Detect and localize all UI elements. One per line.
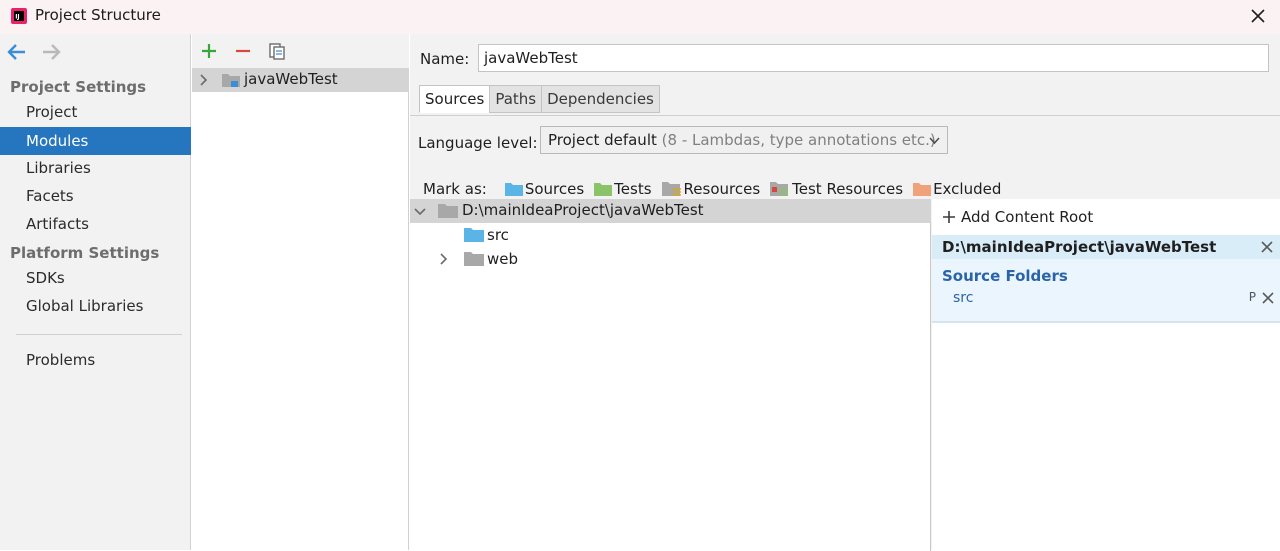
sidebar-item-global-libraries[interactable]: Global Libraries — [0, 292, 191, 320]
language-level-select[interactable]: Project default (8 - Lambdas, type annot… — [540, 126, 948, 154]
sidebar-item-project[interactable]: Project — [0, 98, 191, 126]
sidebar-item-libraries[interactable]: Libraries — [0, 154, 191, 182]
modules-toolbar — [192, 34, 409, 68]
mark-as-test-resources-label: Test Resources — [792, 180, 904, 198]
sidebar-item-facets[interactable]: Facets — [0, 182, 191, 210]
copy-icon[interactable] — [267, 41, 287, 61]
add-content-root-button[interactable]: Add Content Root — [942, 208, 1093, 226]
name-label: Name: — [420, 50, 470, 68]
sidebar-item-problems[interactable]: Problems — [0, 346, 191, 374]
svg-text:IJ: IJ — [15, 14, 19, 21]
window-title: Project Structure — [35, 6, 161, 24]
tab-paths[interactable]: Paths — [489, 85, 543, 113]
excluded-folder-icon — [913, 183, 932, 196]
sidebar-item-artifacts[interactable]: Artifacts — [0, 210, 191, 238]
back-arrow-icon[interactable] — [7, 42, 27, 62]
folder-properties-icon[interactable]: P — [1249, 290, 1256, 304]
language-level-hint: (8 - Lambdas, type annotations etc.) — [661, 131, 936, 149]
module-folder-icon — [222, 74, 240, 87]
project-settings-heading: Project Settings — [10, 78, 147, 96]
tab-dependencies[interactable]: Dependencies — [541, 85, 660, 113]
mark-as-excluded[interactable]: Excluded — [913, 180, 1001, 198]
tree-root-label: D:\mainIdeaProject\javaWebTest — [462, 201, 704, 219]
language-level-value: Project default — [548, 131, 657, 149]
forward-arrow-icon[interactable] — [41, 42, 61, 62]
intellij-app-icon: IJ — [11, 8, 27, 24]
close-icon[interactable] — [1248, 6, 1268, 26]
mark-as-excluded-label: Excluded — [933, 180, 1002, 198]
remove-content-root-icon[interactable] — [1260, 240, 1274, 254]
sources-folder-icon — [504, 183, 523, 196]
title-bar: IJ Project Structure — [0, 0, 1280, 34]
tab-sources[interactable]: Sources — [419, 85, 491, 113]
mark-as-tests[interactable]: Tests — [594, 180, 652, 198]
tree-root-row[interactable]: D:\mainIdeaProject\javaWebTest — [410, 199, 931, 223]
mark-as-sources[interactable]: Sources — [504, 180, 585, 198]
add-icon[interactable] — [199, 41, 219, 61]
mark-as-resources[interactable]: Resources — [661, 180, 761, 198]
test-resources-folder-icon — [770, 182, 789, 196]
module-name-input[interactable]: javaWebTest — [478, 44, 1269, 72]
content-roots-pane: Add Content Root D:\mainIdeaProject\java… — [932, 199, 1280, 551]
mark-as-bar: Mark as: Sources Tests Resources Test Re… — [423, 178, 1001, 200]
folder-icon — [438, 204, 458, 218]
source-folder-item: src — [953, 290, 974, 306]
chevron-right-icon[interactable] — [196, 72, 212, 88]
navigation-arrows — [7, 42, 61, 62]
detail-tabs: Sources Paths Dependencies — [419, 85, 660, 113]
mark-as-test-resources[interactable]: Test Resources — [770, 180, 903, 198]
module-row[interactable]: javaWebTest — [192, 68, 409, 92]
mark-as-sources-label: Sources — [524, 180, 585, 198]
source-folders-heading: Source Folders — [942, 267, 1068, 285]
plus-icon — [943, 211, 955, 223]
tree-item-label: src — [487, 226, 509, 244]
remove-icon[interactable] — [233, 41, 253, 61]
settings-sidebar: Project Settings Project Modules Librari… — [0, 34, 191, 550]
sidebar-item-modules[interactable]: Modules — [0, 127, 191, 155]
sidebar-divider — [16, 334, 182, 335]
mark-as-label: Mark as: — [423, 180, 487, 198]
tests-folder-icon — [594, 183, 613, 196]
modules-panel: javaWebTest — [192, 34, 409, 550]
content-root-path: D:\mainIdeaProject\javaWebTest — [942, 238, 1217, 256]
sidebar-item-sdks[interactable]: SDKs — [0, 264, 191, 292]
mark-as-tests-label: Tests — [614, 180, 652, 198]
language-level-label: Language level: — [418, 134, 538, 152]
remove-source-folder-icon[interactable] — [1262, 292, 1274, 304]
content-root-tree: D:\mainIdeaProject\javaWebTest src web — [410, 199, 931, 551]
sources-tab-content: Language level: Project default (8 - Lam… — [410, 115, 1280, 551]
mark-as-resources-label: Resources — [683, 180, 761, 198]
module-detail-panel: Name: javaWebTest Sources Paths Dependen… — [410, 34, 1280, 551]
content-root-header: D:\mainIdeaProject\javaWebTest — [932, 235, 1280, 259]
platform-settings-heading: Platform Settings — [10, 244, 160, 262]
chevron-down-icon[interactable] — [413, 205, 427, 219]
tree-item-web[interactable]: web — [437, 247, 518, 271]
resources-folder-icon — [661, 182, 681, 196]
chevron-right-icon[interactable] — [437, 252, 451, 266]
add-content-root-label: Add Content Root — [961, 208, 1094, 226]
module-label: javaWebTest — [244, 70, 338, 88]
chevron-down-icon — [929, 137, 940, 145]
source-folder-icon — [464, 228, 484, 242]
tree-item-src[interactable]: src — [464, 223, 509, 247]
content-root-box: D:\mainIdeaProject\javaWebTest Source Fo… — [932, 235, 1280, 323]
tree-item-label: web — [487, 250, 519, 268]
folder-icon — [464, 252, 484, 266]
